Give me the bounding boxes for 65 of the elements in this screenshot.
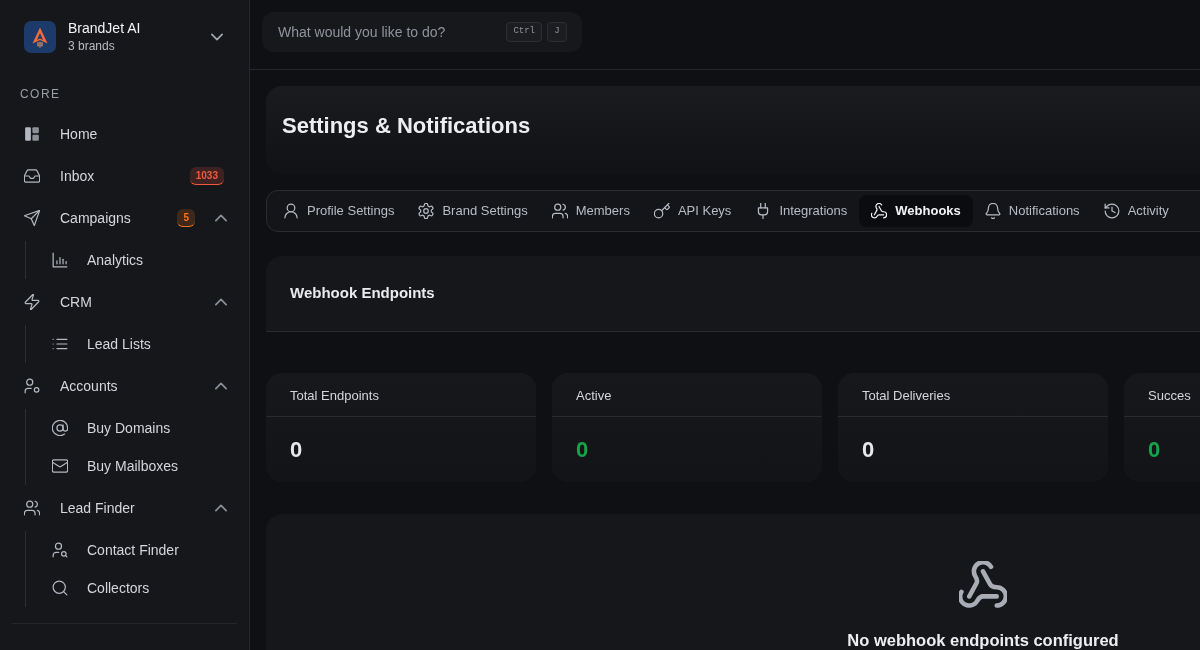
webhook-icon [871,203,888,219]
brand-subtitle: 3 brands [68,38,116,54]
sidebar-item[interactable]: Inbox [24,165,95,187]
settings-icon [418,203,435,219]
bell-icon [984,203,1001,219]
sidebar-item[interactable]: Home [24,123,98,145]
search-icon [52,580,68,596]
stat-value: 0 [576,437,589,462]
user-search-icon [52,542,68,558]
stat-value: 0 [1148,437,1161,462]
history-icon [1103,203,1120,219]
stat-label: Total Deliveries [862,387,951,406]
page-title: Settings & Notifications [282,112,531,140]
empty-state-message: No webhook endpoints configured [847,630,1119,650]
chevron-up-icon[interactable] [215,502,227,514]
stat-value: 0 [862,437,875,462]
chevron-up-icon[interactable] [215,296,227,308]
tab[interactable]: Webhooks [859,195,973,227]
sidebar-item[interactable]: Accounts [24,375,118,397]
section-label: CORE [19,86,62,102]
search-field[interactable]: What would you like to do? Ctrl J [262,12,582,52]
sidebar-subitem[interactable]: Contact Finder [52,539,179,561]
key-icon [653,203,670,219]
logo-icon[interactable] [24,20,56,53]
shortcut-key: Ctrl [506,22,542,42]
sidebar-subitem[interactable]: Buy Domains [52,417,171,439]
lightning-icon [24,294,40,310]
stat-label: Total Endpoints [290,387,379,406]
chevron-up-icon[interactable] [215,212,227,224]
brand-name: BrandJet AI [68,19,141,37]
sidebar-item[interactable]: Campaigns [24,207,131,229]
tab[interactable]: API Keys [641,195,744,227]
sidebar-subitem[interactable]: Analytics [52,249,144,271]
users-icon [551,203,568,219]
tab[interactable]: Brand Settings [406,195,540,227]
bar-chart-icon [52,252,68,268]
layout-icon [24,126,40,142]
sidebar-item[interactable]: Lead Finder [24,497,135,519]
paper-plane-icon [24,210,40,226]
user-icon [24,378,40,394]
chevron-up-icon[interactable] [215,380,227,392]
inbox-icon [24,168,40,184]
user-icon [283,203,299,219]
stat-label: Succes [1148,387,1191,406]
mail-icon [52,458,68,474]
search-input[interactable]: What would you like to do? [278,12,507,52]
count-badge: 1033 [189,167,224,185]
list-icon [52,336,68,352]
tab[interactable]: Notifications [972,195,1092,227]
tab[interactable]: Members [539,195,642,227]
at-sign-icon [52,420,68,436]
tab[interactable]: Profile Settings [271,195,407,227]
tab[interactable]: Activity [1091,195,1181,227]
section-title: Webhook Endpoints [290,283,435,304]
sidebar-subitem[interactable]: Buy Mailboxes [52,455,179,477]
webhook-icon [959,561,1007,609]
tab[interactable]: Integrations [743,195,860,227]
sidebar-subitem[interactable]: Lead Lists [52,333,151,355]
shortcut-key: J [547,22,567,42]
stat-value: 0 [290,437,303,462]
sidebar-item[interactable]: CRM [24,291,92,313]
sidebar-subitem[interactable]: Collectors [52,577,150,599]
count-badge: 5 [177,209,195,227]
stat-label: Active [576,387,612,406]
users-icon [24,500,40,516]
